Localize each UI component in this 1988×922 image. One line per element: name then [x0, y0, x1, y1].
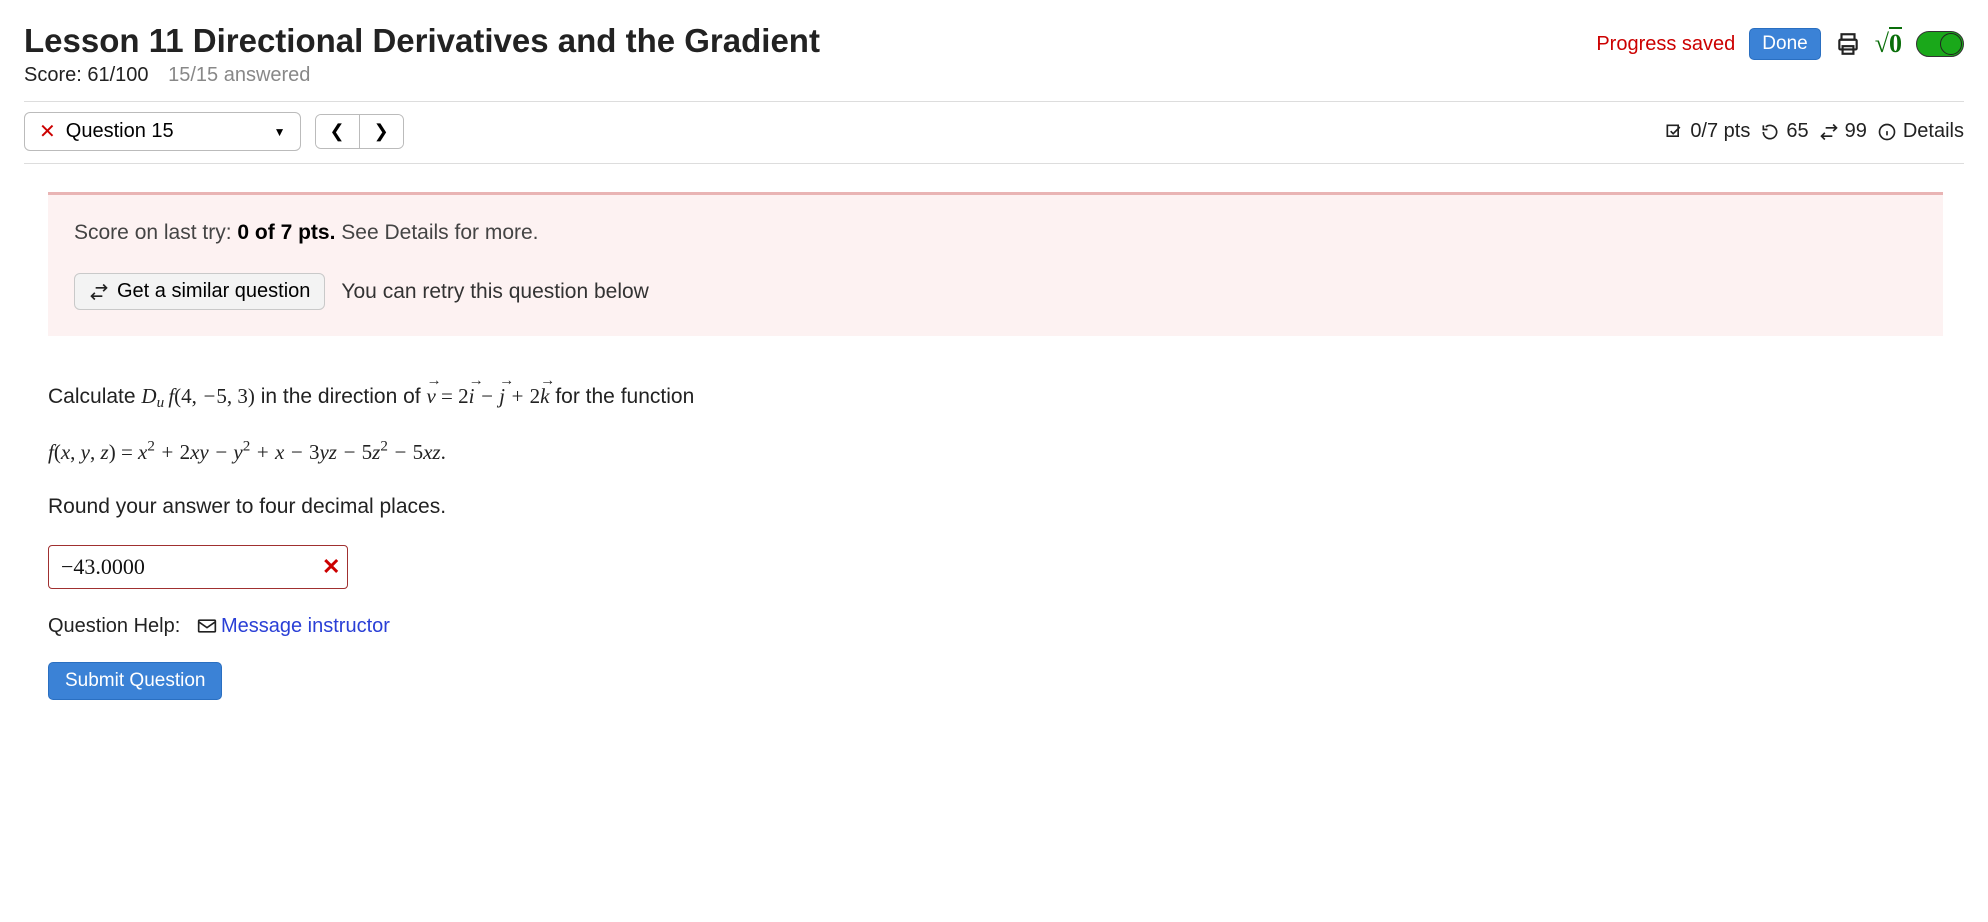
similar-question-button[interactable]: Get a similar question — [74, 273, 325, 310]
math-mode-toggle[interactable] — [1916, 31, 1964, 57]
attempts-total-text: 99 — [1845, 120, 1867, 143]
retries-text: 65 — [1786, 120, 1808, 143]
checkbox-icon — [1664, 122, 1684, 142]
submit-question-button[interactable]: Submit Question — [48, 662, 222, 700]
answer-input[interactable] — [48, 545, 348, 589]
done-button[interactable]: Done — [1749, 28, 1820, 60]
page-title: Lesson 11 Directional Derivatives and th… — [24, 22, 820, 60]
print-icon[interactable] — [1835, 31, 1861, 57]
prev-question-button[interactable]: ❮ — [316, 115, 359, 148]
for-function-text: for the function — [555, 385, 694, 408]
incorrect-icon: ✕ — [39, 119, 56, 144]
mail-icon — [197, 617, 217, 640]
progress-saved-text: Progress saved — [1596, 33, 1735, 56]
question-dropdown[interactable]: ✕ Question 15 ▼ — [24, 112, 301, 151]
direction-words: in the direction of — [261, 385, 427, 408]
question-prompt-line-1: Calculate Du f(4, −5, 3) in the directio… — [48, 380, 1248, 415]
last-try-prefix: Score on last try: — [74, 221, 237, 244]
answered-text: 15/15 answered — [168, 64, 310, 86]
retry-icon — [1760, 122, 1780, 142]
question-dropdown-label: Question 15 — [66, 120, 174, 143]
feedback-box: Score on last try: 0 of 7 pts. See Detai… — [48, 192, 1943, 336]
last-try-score: 0 of 7 pts. — [237, 221, 335, 244]
swap-icon — [89, 282, 109, 302]
question-nav: ❮ ❯ — [315, 114, 404, 149]
points-text: 0/7 pts — [1690, 120, 1750, 143]
retry-hint-text: You can retry this question below — [341, 280, 648, 304]
similar-question-label: Get a similar question — [117, 280, 310, 303]
details-link[interactable]: Details — [1903, 120, 1964, 143]
chevron-down-icon: ▼ — [274, 125, 286, 139]
swap-icon — [1819, 122, 1839, 142]
calc-prefix: Calculate — [48, 385, 141, 408]
message-instructor-link[interactable]: Message instructor — [221, 615, 390, 637]
last-try-suffix: See Details for more. — [335, 221, 538, 244]
math-input-mode-icon: √0 — [1875, 29, 1902, 59]
question-function-line: f(x, y, z) = x2 + 2xy − y2 + x − 3yz − 5… — [48, 435, 1248, 470]
info-icon — [1877, 122, 1897, 142]
score-text: Score: 61/100 — [24, 64, 149, 86]
next-question-button[interactable]: ❯ — [359, 115, 403, 148]
help-label: Question Help: — [48, 615, 180, 637]
round-instruction: Round your answer to four decimal places… — [48, 490, 1248, 524]
